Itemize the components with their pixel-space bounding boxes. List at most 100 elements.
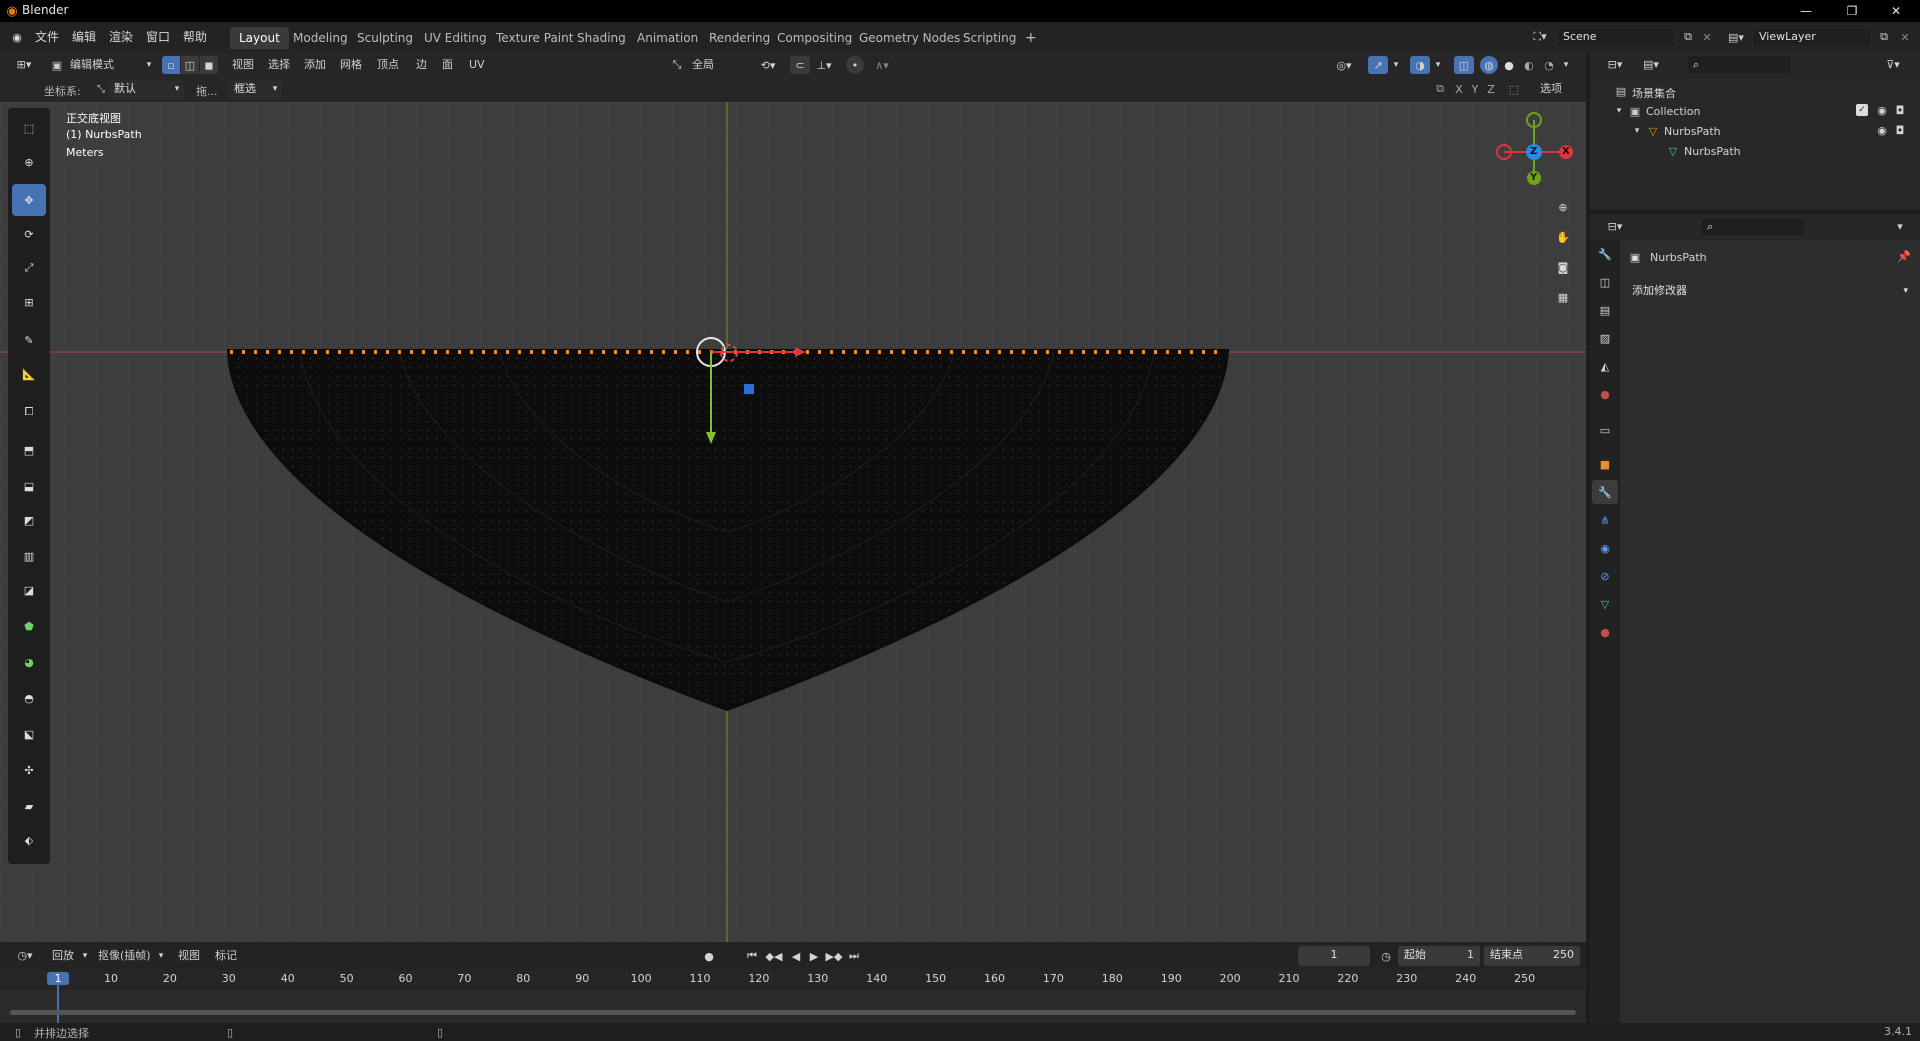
timeline[interactable]: 1 10 20 30 40 50 60 70 80 90 100 110 120 130 140 150 160… — [0, 970, 1586, 1023]
camera-render-icon[interactable]: ◘ — [1892, 122, 1908, 138]
mirror-x-toggle[interactable]: X — [1452, 81, 1466, 97]
smooth-icon[interactable]: ◓ — [12, 682, 46, 714]
current-frame-field[interactable]: 1 — [1298, 946, 1370, 966]
blender-menu-icon[interactable]: ◉ — [8, 28, 26, 46]
shrink-fatten-icon[interactable]: ✣ — [12, 754, 46, 786]
view-layer-icon[interactable]: ▤▾ — [1722, 28, 1750, 46]
scene-tab-icon[interactable]: ◭ — [1592, 354, 1618, 378]
view-layer-field[interactable]: ViewLayer — [1752, 27, 1872, 47]
particles-tab-icon[interactable]: ⋔ — [1592, 508, 1618, 532]
outliner-editor-icon[interactable]: ⊟▾ — [1600, 55, 1630, 75]
display-mode-icon[interactable]: ▤▾ — [1636, 55, 1666, 75]
world-tab-icon[interactable]: ● — [1592, 382, 1618, 406]
snap-target-icon[interactable]: ⊥▾ — [810, 56, 838, 74]
overlay-toggle-icon[interactable]: ◑ — [1410, 56, 1430, 74]
minimize-icon[interactable]: — — [1794, 2, 1818, 20]
scene-collection-label[interactable]: 场景集合 — [1632, 85, 1676, 101]
timeline-view-menu[interactable]: 视图 — [174, 946, 204, 966]
tab-uv-editing[interactable]: UV Editing — [415, 27, 496, 49]
data-tab-icon[interactable]: ▽ — [1592, 592, 1618, 616]
prev-keyframe-icon[interactable]: ◆◀ — [764, 948, 784, 964]
add-workspace-button[interactable]: + — [1016, 27, 1046, 49]
select-box-icon[interactable]: ⬚ — [12, 112, 46, 144]
loop-cut-icon[interactable]: ▥ — [12, 540, 46, 572]
scene-field[interactable]: Scene — [1556, 27, 1676, 47]
constraints-tab-icon[interactable]: ⊘ — [1592, 564, 1618, 588]
output-tab-icon[interactable]: ▤ — [1592, 298, 1618, 322]
filter-icon[interactable]: ⊽▾ — [1878, 55, 1908, 75]
gizmo-toggle-icon[interactable]: ↗ — [1368, 56, 1388, 74]
properties-options-icon[interactable]: ▾ — [1890, 217, 1910, 237]
options-dropdown[interactable]: 选项 — [1536, 79, 1580, 99]
proportional-edit-icon[interactable]: • — [846, 56, 864, 74]
timeline-editor-icon[interactable]: ◷▾ — [10, 946, 40, 966]
outliner-search-input[interactable]: ⌕ — [1686, 55, 1792, 75]
edge-select-icon[interactable]: ◫ — [181, 56, 199, 74]
mirror-y-toggle[interactable]: Y — [1468, 81, 1482, 97]
bevel-icon[interactable]: ◩ — [12, 504, 46, 536]
drag-label[interactable]: 拖... — [196, 83, 218, 99]
keying-menu[interactable]: 抠像(插帧) — [94, 946, 155, 966]
record-icon[interactable]: ● — [700, 948, 718, 964]
camera-render-icon[interactable]: ◘ — [1892, 102, 1908, 118]
menu-render[interactable]: 渲染 — [109, 28, 133, 45]
gizmo-dropdown-icon[interactable]: ▾ — [1390, 56, 1402, 74]
mirror-z-toggle[interactable]: Z — [1484, 81, 1498, 97]
inset-icon[interactable]: ⬓ — [12, 470, 46, 502]
transform-icon[interactable]: ⊞ — [12, 286, 46, 318]
view-layer-tab-icon[interactable]: ▨ — [1592, 326, 1618, 350]
pin-icon[interactable]: 📌 — [1896, 248, 1912, 264]
measure-icon[interactable]: 📐 — [12, 358, 46, 390]
playback-menu[interactable]: 回放 — [48, 946, 78, 966]
tab-scripting[interactable]: Scripting — [954, 27, 1025, 49]
timeline-scrollbar[interactable] — [10, 1010, 1576, 1015]
tab-sculpting[interactable]: Sculpting — [348, 27, 422, 49]
falloff-icon[interactable]: ∧▾ — [868, 56, 896, 74]
vertex-select-icon[interactable]: ▫ — [162, 56, 180, 74]
annotate-icon[interactable]: ✎ — [12, 324, 46, 356]
delete-view-layer-icon[interactable]: ✕ — [1896, 28, 1914, 46]
object-tab-icon[interactable]: ■ — [1592, 452, 1618, 476]
poly-build-icon[interactable]: ⬟ — [12, 610, 46, 642]
jump-start-icon[interactable]: ⏮ — [744, 948, 760, 964]
tab-compositing[interactable]: Compositing — [768, 27, 861, 49]
menu-edge[interactable]: 边 — [412, 55, 431, 75]
properties-search-input[interactable]: ⌕ — [1700, 217, 1806, 237]
editor-type-icon[interactable]: ⊞▾ — [8, 55, 40, 75]
current-frame-marker[interactable]: 1 — [47, 972, 69, 985]
delete-scene-icon[interactable]: ✕ — [1698, 28, 1716, 46]
marker-menu[interactable]: 标记 — [211, 946, 241, 966]
shear-icon[interactable]: ▰ — [12, 790, 46, 822]
menu-mesh[interactable]: 网格 — [336, 55, 366, 75]
menu-uv[interactable]: UV — [465, 55, 489, 75]
rendered-shading-icon[interactable]: ◔ — [1540, 56, 1558, 74]
add-cube-icon[interactable]: ⧠ — [12, 396, 46, 428]
face-select-icon[interactable]: ◼ — [200, 56, 218, 74]
material-tab-icon[interactable]: ● — [1592, 620, 1618, 644]
modifier-tab-icon[interactable]: 🔧 — [1592, 480, 1618, 504]
menu-face[interactable]: 面 — [438, 55, 457, 75]
wireframe-shading-icon[interactable]: ◍ — [1480, 56, 1498, 74]
ortho-grid-icon[interactable]: ▦ — [1550, 284, 1576, 310]
camera-icon[interactable]: ◙ — [1550, 254, 1576, 280]
transform-orientation-dropdown[interactable]: 全局 — [688, 55, 746, 75]
render-tab-icon[interactable]: ◫ — [1592, 270, 1618, 294]
solid-shading-icon[interactable]: ● — [1500, 56, 1518, 74]
tab-layout[interactable]: Layout — [230, 27, 289, 49]
eye-icon[interactable]: ◉ — [1874, 102, 1890, 118]
expand-arrow-icon[interactable]: ▾ — [1614, 104, 1624, 118]
pan-hand-icon[interactable]: ✋ — [1550, 224, 1576, 250]
scale-icon[interactable]: ⤢ — [12, 252, 46, 284]
rip-icon[interactable]: ⬖ — [12, 824, 46, 856]
material-shading-icon[interactable]: ◐ — [1520, 56, 1538, 74]
tab-modeling[interactable]: Modeling — [284, 27, 357, 49]
menu-vertex[interactable]: 顶点 — [373, 55, 403, 75]
move-icon[interactable]: ✥ — [12, 184, 46, 216]
new-scene-icon[interactable]: ⧉ — [1678, 28, 1698, 46]
knife-icon[interactable]: ◪ — [12, 574, 46, 606]
snap-icon[interactable]: ⊂ — [790, 56, 810, 74]
start-frame-field[interactable]: 起始 1 — [1398, 946, 1480, 966]
menu-file[interactable]: 文件 — [35, 28, 59, 45]
close-icon[interactable]: ✕ — [1884, 2, 1908, 20]
3d-viewport[interactable]: 正交底视图 (1) NurbsPath Meters X Y Z ⊕ ✋ ◙ ▦ — [0, 102, 1586, 942]
